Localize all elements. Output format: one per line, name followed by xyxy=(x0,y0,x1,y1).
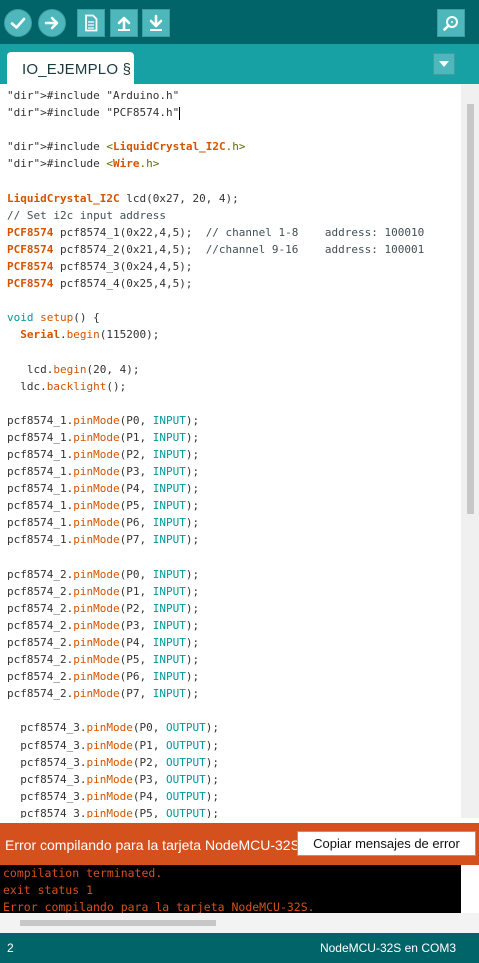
code-line[interactable]: pcf8574_3.pinMode(P3, OUTPUT); xyxy=(7,771,424,788)
arrow-up-icon xyxy=(117,16,131,31)
code-line[interactable]: "dir">#include "PCF8574.h" xyxy=(7,104,424,121)
code-line[interactable]: ldc.backlight(); xyxy=(7,378,424,395)
magnifier-icon xyxy=(443,16,458,31)
code-line[interactable]: pcf8574_1.pinMode(P7, INPUT); xyxy=(7,531,424,548)
document-icon xyxy=(85,14,98,32)
verify-button[interactable] xyxy=(4,9,32,37)
error-message: Error compilando para la tarjeta NodeMCU… xyxy=(5,837,304,853)
code-line[interactable]: LiquidCrystal_I2C lcd(0x27, 20, 4); xyxy=(7,190,424,207)
code-line[interactable]: pcf8574_1.pinMode(P4, INPUT); xyxy=(7,480,424,497)
code-line[interactable]: pcf8574_1.pinMode(P6, INPUT); xyxy=(7,514,424,531)
console-line: exit status 1 xyxy=(3,883,94,897)
code-line[interactable]: pcf8574_2.pinMode(P5, INPUT); xyxy=(7,651,424,668)
code-line[interactable]: lcd.begin(20, 4); xyxy=(7,361,424,378)
code-line[interactable]: Serial.begin(115200); xyxy=(7,326,424,343)
copy-errors-button[interactable]: Copiar mensajes de error xyxy=(297,831,476,856)
code-line[interactable]: // Set i2c input address xyxy=(7,207,424,224)
arrow-down-icon xyxy=(149,14,163,31)
triangle-down-icon xyxy=(439,61,449,67)
code-line[interactable]: pcf8574_1.pinMode(P3, INPUT); xyxy=(7,463,424,480)
code-line[interactable] xyxy=(7,343,424,360)
code-line[interactable] xyxy=(7,395,424,412)
code-line[interactable]: pcf8574_2.pinMode(P4, INPUT); xyxy=(7,634,424,651)
code-line[interactable]: pcf8574_1.pinMode(P2, INPUT); xyxy=(7,446,424,463)
code-line[interactable] xyxy=(7,549,424,566)
open-button[interactable] xyxy=(110,9,138,37)
save-button[interactable] xyxy=(142,9,170,37)
code-line[interactable]: pcf8574_2.pinMode(P2, INPUT); xyxy=(7,600,424,617)
code-line[interactable]: pcf8574_1.pinMode(P5, INPUT); xyxy=(7,497,424,514)
code-line[interactable] xyxy=(7,292,424,309)
code-line[interactable]: pcf8574_3.pinMode(P1, OUTPUT); xyxy=(7,737,424,754)
text-cursor xyxy=(179,106,181,120)
error-bar: Error compilando para la tarjeta NodeMCU… xyxy=(0,823,479,865)
code-line[interactable]: pcf8574_1.pinMode(P1, INPUT); xyxy=(7,429,424,446)
board-port: NodeMCU-32S en COM3 xyxy=(319,941,456,955)
arrow-right-icon xyxy=(44,16,59,30)
console-line: compilation terminated. xyxy=(3,866,163,880)
code-line[interactable]: pcf8574_3.pinMode(P2, OUTPUT); xyxy=(7,754,424,771)
code-line[interactable]: pcf8574_2.pinMode(P3, INPUT); xyxy=(7,617,424,634)
code-line[interactable]: pcf8574_3.pinMode(P0, OUTPUT); xyxy=(7,719,424,736)
checkmark-icon xyxy=(10,17,26,29)
code-line[interactable]: "dir">#include <LiquidCrystal_I2C.h> xyxy=(7,138,424,155)
vertical-scrollbar-thumb[interactable] xyxy=(467,104,474,514)
horizontal-scrollbar[interactable] xyxy=(0,913,479,933)
code-line[interactable]: "dir">#include <Wire.h> xyxy=(7,155,424,172)
horizontal-scrollbar-thumb[interactable] xyxy=(20,920,216,926)
toolbar xyxy=(0,0,479,44)
code-line[interactable]: pcf8574_3.pinMode(P4, OUTPUT); xyxy=(7,788,424,805)
tab-io-ejemplo[interactable]: IO_EJEMPLO § xyxy=(7,52,134,85)
code-line[interactable] xyxy=(7,121,424,138)
code-line[interactable]: pcf8574_2.pinMode(P1, INPUT); xyxy=(7,583,424,600)
code-line[interactable]: PCF8574 pcf8574_2(0x21,4,5); //channel 9… xyxy=(7,241,424,258)
code-line[interactable]: PCF8574 pcf8574_3(0x24,4,5); xyxy=(7,258,424,275)
code-editor[interactable]: "dir">#include "Arduino.h" "dir">#include… xyxy=(0,84,479,818)
code-text[interactable]: "dir">#include "Arduino.h" "dir">#include… xyxy=(7,87,424,818)
code-line[interactable]: void setup() { xyxy=(7,309,424,326)
code-line[interactable] xyxy=(7,172,424,189)
serial-monitor-button[interactable] xyxy=(437,9,465,37)
console-line: Error compilando para la tarjeta NodeMCU… xyxy=(3,900,315,913)
tab-bar: IO_EJEMPLO § xyxy=(0,44,479,85)
code-line[interactable]: pcf8574_1.pinMode(P0, INPUT); xyxy=(7,412,424,429)
tab-menu-button[interactable] xyxy=(433,53,455,75)
code-line[interactable]: pcf8574_2.pinMode(P0, INPUT); xyxy=(7,566,424,583)
code-line[interactable]: pcf8574_2.pinMode(P7, INPUT); xyxy=(7,685,424,702)
code-line[interactable]: PCF8574 pcf8574_1(0x22,4,5); // channel … xyxy=(7,224,424,241)
code-line[interactable]: pcf8574_2.pinMode(P6, INPUT); xyxy=(7,668,424,685)
tab-label: IO_EJEMPLO § xyxy=(22,61,132,78)
code-line[interactable] xyxy=(7,702,424,719)
upload-button[interactable] xyxy=(38,9,66,37)
new-button[interactable] xyxy=(77,9,105,37)
code-line[interactable]: "dir">#include "Arduino.h" xyxy=(7,87,424,104)
code-line[interactable]: pcf8574_3.pinMode(P5, OUTPUT); xyxy=(7,805,424,818)
line-number: 2 xyxy=(7,941,14,955)
status-bar: 2 NodeMCU-32S en COM3 xyxy=(0,933,479,963)
console-output: compilation terminated. exit status 1 Er… xyxy=(0,865,461,913)
code-line[interactable]: PCF8574 pcf8574_4(0x25,4,5); xyxy=(7,275,424,292)
